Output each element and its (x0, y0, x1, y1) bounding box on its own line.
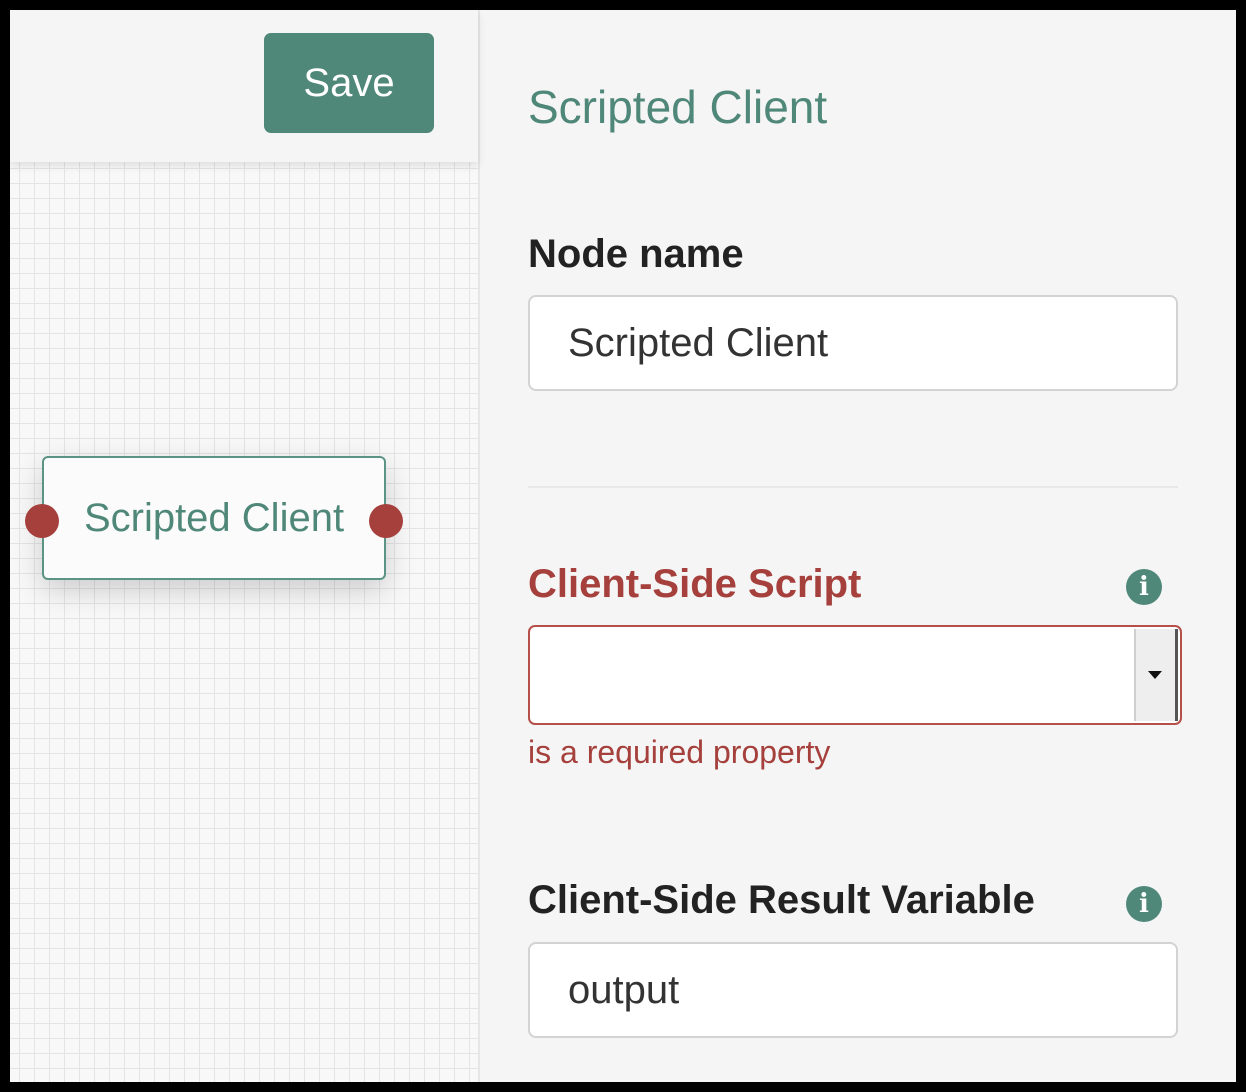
chevron-down-icon (1148, 671, 1162, 679)
canvas-grid[interactable] (10, 162, 478, 1082)
node-input-port[interactable] (25, 504, 59, 538)
client-side-result-variable-input[interactable] (528, 942, 1178, 1038)
dropdown-toggle[interactable] (1134, 629, 1178, 721)
app-window: Save Scripted Client Scripted Client Nod… (10, 10, 1236, 1082)
section-divider (528, 486, 1178, 488)
scripted-client-node[interactable]: Scripted Client (25, 456, 403, 580)
properties-panel: Scripted Client Node name Client-Side Sc… (480, 10, 1236, 1082)
save-button[interactable]: Save (264, 33, 434, 133)
panel-title: Scripted Client (528, 81, 828, 133)
info-icon[interactable]: i (1126, 886, 1162, 922)
client-side-script-select[interactable] (528, 625, 1182, 725)
canvas-pane: Save Scripted Client (10, 10, 480, 1082)
canvas-toolbar: Save (10, 10, 478, 162)
info-icon[interactable]: i (1126, 569, 1162, 605)
node-name-label: Node name (528, 232, 744, 276)
client-side-result-variable-label: Client-Side Result Variable (528, 878, 1035, 922)
node-name-input[interactable] (528, 295, 1178, 391)
node-output-port[interactable] (369, 504, 403, 538)
required-error-message: is a required property (528, 734, 831, 770)
client-side-script-label: Client-Side Script (528, 562, 862, 606)
node-label: Scripted Client (83, 495, 345, 540)
